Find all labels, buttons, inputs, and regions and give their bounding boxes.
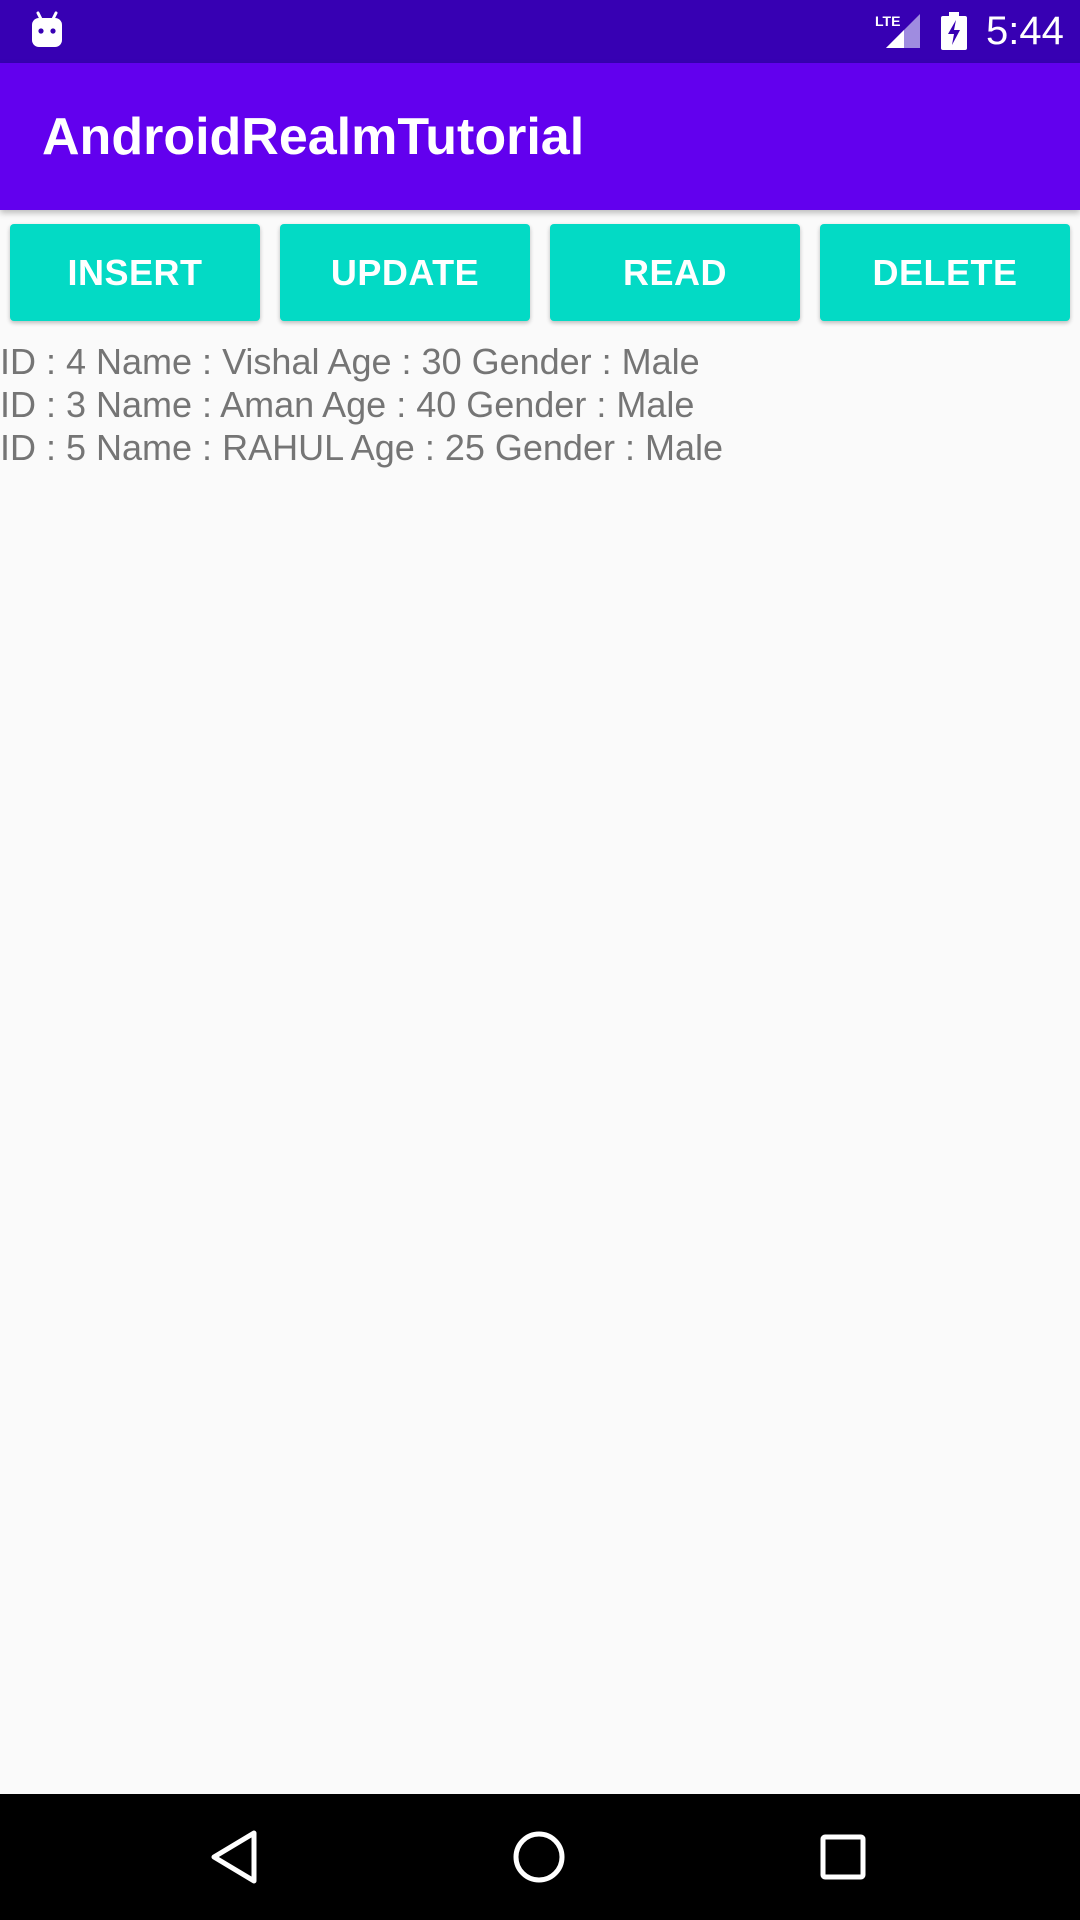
back-icon[interactable] [206, 1827, 266, 1887]
battery-charging-icon [941, 12, 967, 50]
status-bar: LTE 5:44 [0, 0, 1080, 63]
android-notification-icon [32, 11, 62, 47]
screen: LTE 5:44 AndroidRealmTutorial INSERT UPD… [0, 0, 1080, 1920]
records-list: ID : 4 Name : Vishal Age : 30 Gender : M… [0, 340, 1080, 469]
app-title: AndroidRealmTutorial [42, 108, 585, 166]
recents-icon[interactable] [813, 1827, 873, 1887]
update-button[interactable]: UPDATE [280, 224, 530, 321]
record-line: ID : 4 Name : Vishal Age : 30 Gender : M… [0, 341, 700, 382]
delete-button[interactable]: DELETE [820, 224, 1070, 321]
app-bar: AndroidRealmTutorial [0, 63, 1080, 210]
lte-signal-icon: LTE [875, 13, 920, 48]
navigation-bar [0, 1794, 1080, 1920]
read-button[interactable]: READ [550, 224, 800, 321]
record-line: ID : 5 Name : RAHUL Age : 25 Gender : Ma… [0, 427, 723, 468]
action-button-row: INSERT UPDATE READ DELETE [0, 224, 1080, 321]
status-clock: 5:44 [986, 9, 1064, 53]
svg-text:LTE: LTE [875, 13, 900, 29]
home-icon[interactable] [509, 1827, 569, 1887]
insert-button[interactable]: INSERT [10, 224, 260, 321]
record-line: ID : 3 Name : Aman Age : 40 Gender : Mal… [0, 384, 695, 425]
